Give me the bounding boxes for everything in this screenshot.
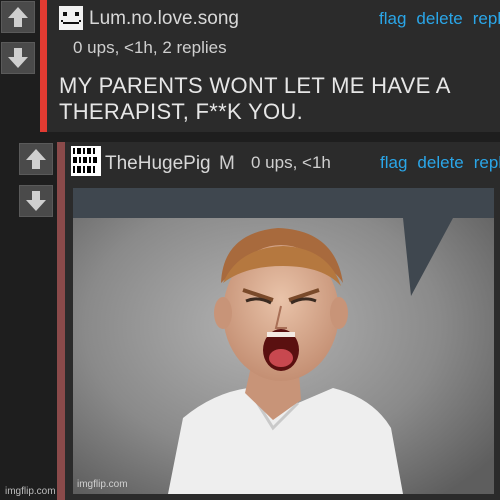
up-arrow-icon xyxy=(8,7,28,27)
meme-image[interactable]: imgflip.com xyxy=(73,188,494,494)
image-watermark: imgflip.com xyxy=(77,479,128,490)
avatar-icon xyxy=(59,6,83,30)
up-arrow-icon xyxy=(26,149,46,169)
reply-link[interactable]: reply xyxy=(473,9,500,28)
username[interactable]: TheHugePig xyxy=(105,153,211,175)
delete-link[interactable]: delete xyxy=(416,9,462,28)
reply-link[interactable]: repl xyxy=(474,153,500,172)
downvote-button-2[interactable] xyxy=(19,185,53,217)
avatar-icon xyxy=(71,146,101,176)
comment-actions: flag delete reply xyxy=(379,9,500,29)
down-arrow-icon xyxy=(8,48,28,68)
avatar[interactable] xyxy=(59,6,83,30)
comment-body-line-2: THERAPIST, F**K YOU. xyxy=(59,99,303,124)
comment-1: Lum.no.love.song flag delete reply 0 ups, … xyxy=(40,0,500,132)
username[interactable]: Lum.no.love.song xyxy=(89,8,239,30)
comment-meta: 0 ups, <1h xyxy=(251,153,331,172)
upvote-button-1[interactable] xyxy=(1,1,35,33)
upvote-button-2[interactable] xyxy=(19,143,53,175)
avatar[interactable] xyxy=(71,146,101,176)
downvote-button-1[interactable] xyxy=(1,42,35,74)
delete-link[interactable]: delete xyxy=(417,153,463,172)
comment-actions: flag delete repl xyxy=(380,153,500,173)
flag-link[interactable]: flag xyxy=(379,9,406,28)
flag-link[interactable]: flag xyxy=(380,153,407,172)
comment-meta: 0 ups, <1h, 2 replies xyxy=(73,38,227,57)
comment-body-line-1: MY PARENTS WONT LET ME HAVE A xyxy=(59,73,451,98)
page-watermark: imgflip.com xyxy=(5,486,56,497)
angry-child-image xyxy=(73,188,494,494)
down-arrow-icon xyxy=(26,191,46,211)
user-badge: M xyxy=(219,153,235,174)
